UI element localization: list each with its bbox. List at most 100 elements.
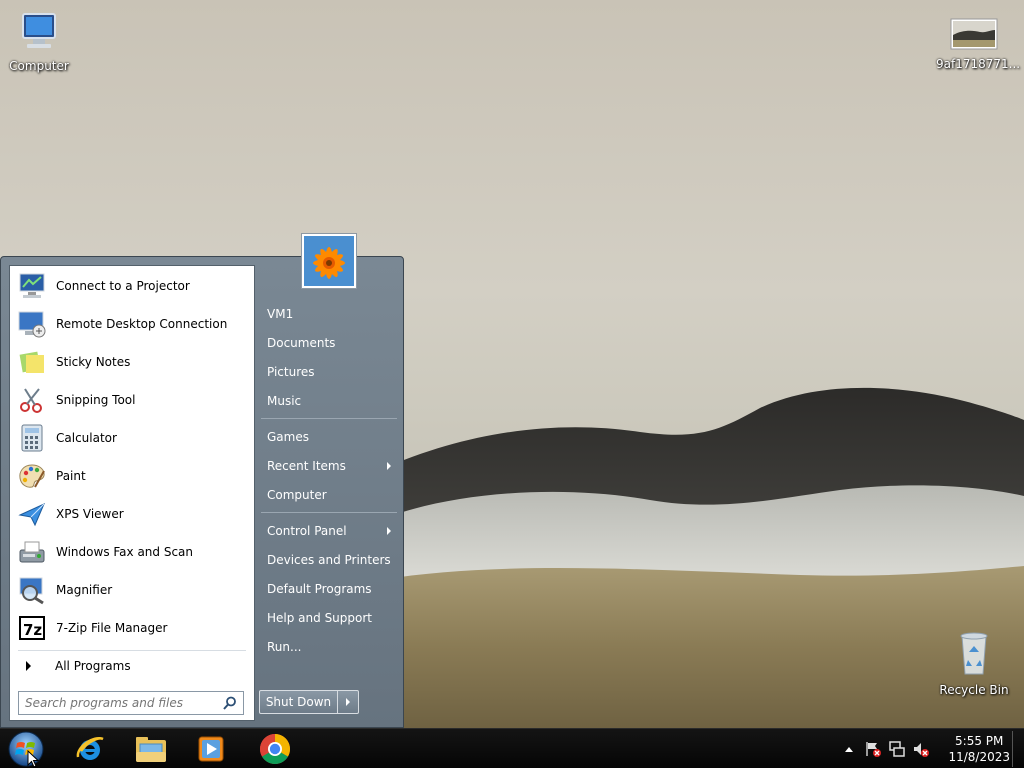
- taskbar-clock[interactable]: 5:55 PM 11/8/2023: [948, 733, 1010, 765]
- taskbar-file-explorer[interactable]: [123, 731, 179, 767]
- desktop-icon-image-file[interactable]: 9af1718771...: [936, 18, 1021, 71]
- scissors-icon: [16, 384, 48, 416]
- places-item-label: Computer: [267, 488, 327, 502]
- places-item-label: Documents: [267, 336, 336, 350]
- places-item-computer[interactable]: Computer: [261, 482, 399, 508]
- start-menu-places-pane: VM1 Documents Pictures Music Games Recen…: [259, 257, 403, 728]
- shutdown-button-group: Shut Down: [259, 690, 359, 714]
- taskbar-chrome[interactable]: [247, 731, 303, 767]
- tray-action-center[interactable]: [862, 739, 884, 759]
- places-item-label: Default Programs: [267, 582, 372, 596]
- desktop-icon-computer[interactable]: Computer: [1, 10, 77, 73]
- places-item-recent-items[interactable]: Recent Items: [261, 453, 399, 479]
- clock-time: 5:55 PM: [955, 734, 1004, 748]
- program-7zip[interactable]: 7z 7-Zip File Manager: [14, 610, 252, 646]
- start-menu-programs-pane: Connect to a Projector Remote Desktop Co…: [9, 265, 255, 721]
- desktop-icon-label: 9af1718771...: [936, 57, 1021, 71]
- program-sticky-notes[interactable]: Sticky Notes: [14, 344, 252, 380]
- recycle-bin-icon: [960, 632, 988, 675]
- program-label: Remote Desktop Connection: [56, 317, 228, 331]
- program-label: Sticky Notes: [56, 355, 131, 369]
- desktop-icon-label: Computer: [9, 59, 69, 73]
- shutdown-options-button[interactable]: [338, 691, 358, 713]
- tray-volume[interactable]: [910, 739, 932, 759]
- places-divider: [261, 418, 397, 419]
- calculator-icon: [16, 422, 48, 454]
- places-item-help-support[interactable]: Help and Support: [261, 605, 399, 631]
- submenu-arrow-icon: [387, 462, 391, 470]
- places-item-label: VM1: [267, 307, 294, 321]
- search-icon[interactable]: [223, 696, 237, 710]
- places-item-label: Devices and Printers: [267, 553, 391, 567]
- program-remote-desktop[interactable]: Remote Desktop Connection: [14, 306, 252, 342]
- submenu-arrow-icon: [387, 527, 391, 535]
- taskbar-media-player[interactable]: [183, 731, 239, 767]
- remote-desktop-icon: [16, 308, 48, 340]
- places-divider: [261, 512, 397, 513]
- clock-date: 11/8/2023: [948, 750, 1010, 764]
- projector-icon: [16, 270, 48, 302]
- desktop-icon-label: Recycle Bin: [939, 683, 1009, 697]
- desktop-icon-recycle-bin[interactable]: Recycle Bin: [936, 630, 1012, 697]
- triangle-right-icon: [346, 698, 350, 706]
- program-connect-projector[interactable]: Connect to a Projector: [14, 268, 252, 304]
- places-item-control-panel[interactable]: Control Panel: [261, 518, 399, 544]
- search-box[interactable]: [18, 691, 244, 715]
- paint-palette-icon: [16, 460, 48, 492]
- places-item-documents[interactable]: Documents: [261, 330, 399, 356]
- program-calculator[interactable]: Calculator: [14, 420, 252, 456]
- taskbar: 5:55 PM 11/8/2023: [0, 728, 1024, 768]
- taskbar-internet-explorer[interactable]: [62, 731, 118, 767]
- places-item-music[interactable]: Music: [261, 388, 399, 414]
- program-label: XPS Viewer: [56, 507, 124, 521]
- program-label: Windows Fax and Scan: [56, 545, 194, 559]
- triangle-right-icon: [26, 661, 31, 671]
- places-item-label: Run...: [267, 640, 302, 654]
- sticky-notes-icon: [16, 346, 48, 378]
- file-explorer-icon: [136, 737, 166, 762]
- svg-text:7z: 7z: [23, 621, 42, 639]
- media-player-icon: [198, 736, 224, 762]
- show-desktop-button[interactable]: [1012, 731, 1024, 767]
- xps-viewer-icon: [16, 498, 48, 530]
- computer-icon: [22, 13, 56, 48]
- places-item-run[interactable]: Run...: [261, 634, 399, 660]
- volume-muted-icon: [914, 743, 930, 757]
- show-hidden-icons-button[interactable]: [838, 739, 860, 759]
- places-item-label: Control Panel: [267, 524, 347, 538]
- places-item-games[interactable]: Games: [261, 424, 399, 450]
- start-button[interactable]: [4, 730, 48, 768]
- program-label: Paint: [56, 469, 86, 483]
- program-xps-viewer[interactable]: XPS Viewer: [14, 496, 252, 532]
- program-paint[interactable]: Paint: [14, 458, 252, 494]
- all-programs-label: All Programs: [55, 659, 131, 673]
- tray-network[interactable]: [886, 739, 908, 759]
- program-label: 7-Zip File Manager: [56, 621, 168, 635]
- programs-divider: [18, 650, 246, 651]
- network-icon: [889, 741, 906, 757]
- places-item-label: Games: [267, 430, 309, 444]
- program-label: Snipping Tool: [56, 393, 136, 407]
- chrome-icon: [259, 734, 291, 765]
- places-item-label: Help and Support: [267, 611, 372, 625]
- program-label: Connect to a Projector: [56, 279, 190, 293]
- program-label: Magnifier: [56, 583, 113, 597]
- windows-orb-icon: [8, 731, 44, 767]
- places-item-default-programs[interactable]: Default Programs: [261, 576, 399, 602]
- magnifier-icon: [16, 574, 48, 606]
- places-item-devices-printers[interactable]: Devices and Printers: [261, 547, 399, 573]
- program-fax-scan[interactable]: Windows Fax and Scan: [14, 534, 252, 570]
- places-item-label: Recent Items: [267, 459, 346, 473]
- program-label: Calculator: [56, 431, 117, 445]
- program-snipping-tool[interactable]: Snipping Tool: [14, 382, 252, 418]
- system-tray: 5:55 PM 11/8/2023: [836, 729, 1010, 768]
- mouse-cursor-icon: [27, 750, 39, 768]
- desktop[interactable]: Computer 9af1718771... Recycle Bin Conne…: [0, 0, 1024, 728]
- program-magnifier[interactable]: Magnifier: [14, 572, 252, 608]
- places-item-pictures[interactable]: Pictures: [261, 359, 399, 385]
- search-input[interactable]: [25, 696, 215, 710]
- shutdown-button[interactable]: Shut Down: [260, 691, 338, 713]
- places-item-user-folder[interactable]: VM1: [261, 301, 399, 327]
- places-item-label: Music: [267, 394, 302, 408]
- all-programs-button[interactable]: All Programs: [14, 655, 252, 677]
